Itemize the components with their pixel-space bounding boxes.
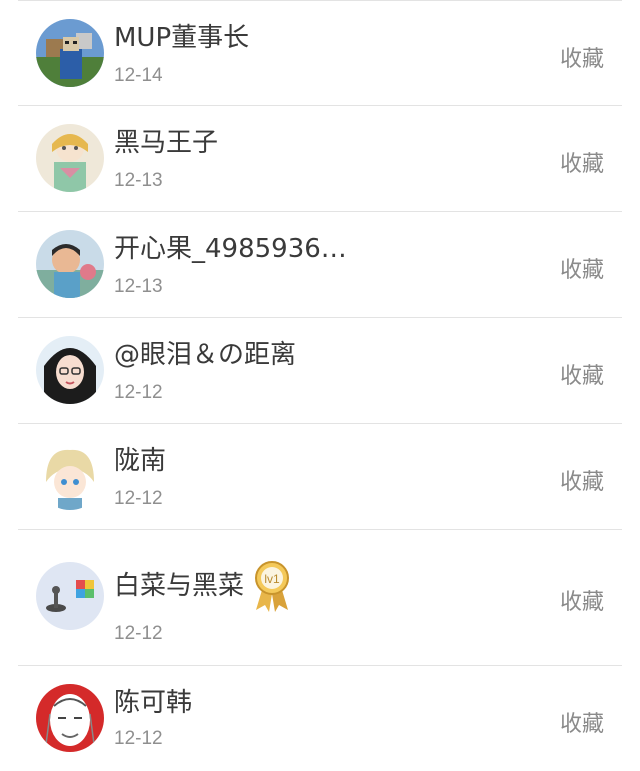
user-name[interactable]: 白菜与黑菜: [114, 571, 244, 601]
avatar[interactable]: [36, 562, 104, 630]
favorite-button[interactable]: 收藏: [560, 706, 604, 738]
medal-icon: lv1: [252, 560, 292, 612]
badge-level: lv1: [264, 572, 280, 586]
user-name[interactable]: 黑马王子: [114, 128, 218, 158]
date-label: 12-12: [114, 728, 163, 749]
list-item[interactable]: 陈可韩 12-12 收藏: [18, 666, 622, 771]
favorite-button[interactable]: 收藏: [560, 358, 604, 390]
user-name[interactable]: MUP董事长: [114, 23, 249, 53]
user-name[interactable]: @眼泪＆の距离: [114, 340, 296, 370]
list-item[interactable]: 黑马王子 12-13 收藏: [18, 106, 622, 212]
list-item[interactable]: 陇南 12-12 收藏: [18, 424, 622, 530]
avatar[interactable]: [36, 336, 104, 404]
user-list: MUP董事长 12-14 收藏 黑马王子 12-13 收藏 开心果_498593…: [0, 0, 640, 771]
user-name[interactable]: 陈可韩: [114, 688, 192, 718]
avatar[interactable]: [36, 19, 104, 87]
avatar[interactable]: [36, 442, 104, 510]
date-label: 12-14: [114, 65, 163, 86]
list-item[interactable]: @眼泪＆の距离 12-12 收藏: [18, 318, 622, 424]
list-item[interactable]: MUP董事长 12-14 收藏: [18, 0, 622, 106]
date-label: 12-13: [114, 170, 163, 191]
list-item[interactable]: 白菜与黑菜 lv1 12-12 收藏: [18, 530, 622, 666]
favorite-button[interactable]: 收藏: [560, 146, 604, 178]
favorite-button[interactable]: 收藏: [560, 584, 604, 616]
avatar[interactable]: [36, 684, 104, 752]
date-label: 12-12: [114, 382, 163, 403]
date-label: 12-12: [114, 488, 163, 509]
list-item[interactable]: 开心果_4985936… 12-13 收藏: [18, 212, 622, 318]
user-name[interactable]: 陇南: [114, 446, 166, 476]
date-label: 12-13: [114, 276, 163, 297]
favorite-button[interactable]: 收藏: [560, 464, 604, 496]
date-label: 12-12: [114, 623, 163, 644]
avatar[interactable]: [36, 230, 104, 298]
avatar[interactable]: [36, 124, 104, 192]
favorite-button[interactable]: 收藏: [560, 252, 604, 284]
user-name[interactable]: 开心果_4985936…: [114, 234, 347, 264]
favorite-button[interactable]: 收藏: [560, 41, 604, 73]
